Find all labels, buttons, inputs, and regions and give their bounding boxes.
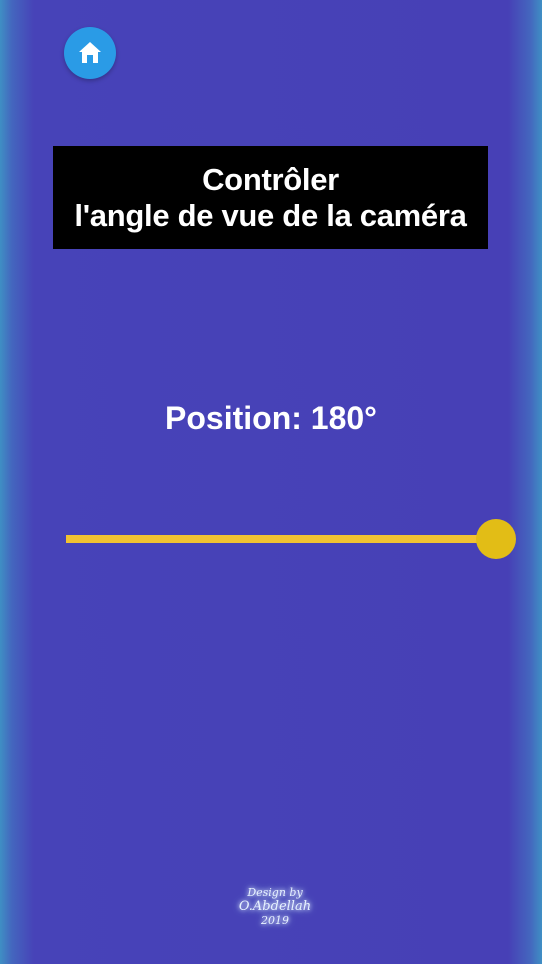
designer-signature: Design by O.Abdellah 2019 (232, 886, 318, 928)
home-icon (79, 42, 101, 63)
page-title: Contrôler l'angle de vue de la caméra (53, 146, 488, 249)
angle-slider[interactable] (66, 518, 516, 560)
app-screen: Contrôler l'angle de vue de la caméra Po… (0, 0, 542, 964)
page-title-line-1: Contrôler (202, 161, 339, 197)
signature-line-3: 2019 (261, 914, 289, 927)
home-button[interactable] (64, 27, 116, 79)
signature-line-2: O.Abdellah (238, 899, 312, 914)
page-title-line-2: l'angle de vue de la caméra (74, 197, 467, 233)
slider-fill (66, 535, 496, 543)
signature-line-1: Design by (247, 886, 303, 899)
position-readout: Position: 180° (165, 400, 377, 436)
slider-thumb[interactable] (476, 519, 516, 559)
